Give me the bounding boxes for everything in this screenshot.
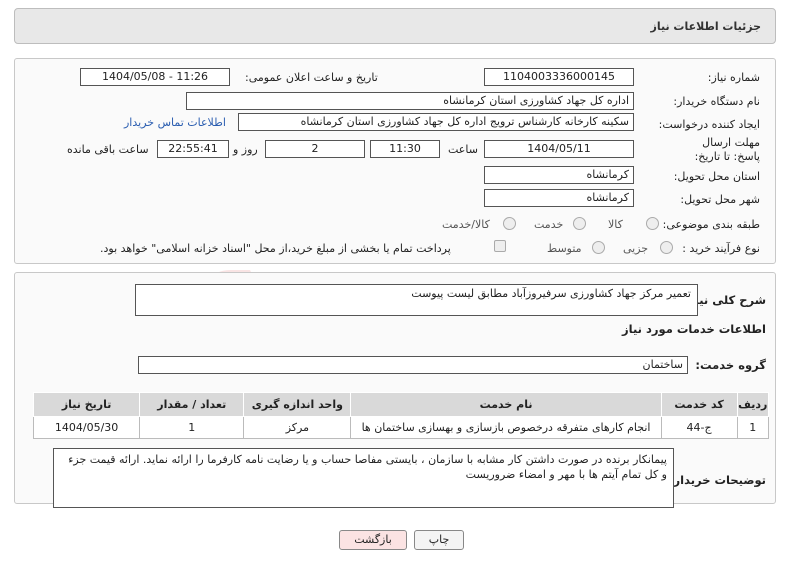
cell-service-name: انجام کارهای متفرقه درخصوص بازسازی و بهس… (350, 416, 662, 439)
deadline-date-field: 1404/05/11 (484, 140, 634, 158)
col-service-code: کد خدمت (660, 392, 738, 417)
buyer-org-field: اداره کل جهاد کشاورزی استان کرمانشاه (186, 92, 634, 110)
col-unit: واحد اندازه گیری (243, 392, 352, 417)
info-panel (14, 58, 776, 264)
cell-quantity: 1 (139, 416, 245, 439)
remaining-time-field: 22:55:41 (157, 140, 229, 158)
requester-field: سکینه کارخانه کارشناس ترویج اداره کل جها… (238, 113, 634, 131)
announce-label: تاریخ و ساعت اعلان عمومی: (245, 71, 378, 84)
days-field: 2 (265, 140, 365, 158)
category-option-goods-service: کالا/خدمت (442, 218, 490, 231)
payment-checkbox[interactable] (494, 240, 506, 252)
province-field: کرمانشاه (484, 166, 634, 184)
category-radio-service[interactable] (573, 217, 586, 230)
payment-note: پرداخت تمام یا بخشی از مبلغ خرید،از محل … (100, 242, 451, 255)
page-header: جزئیات اطلاعات نیاز (14, 8, 776, 44)
category-option-service: خدمت (534, 218, 564, 231)
contact-info-link[interactable]: اطلاعات تماس خریدار (124, 116, 226, 129)
table-row: 1 ج-44 انجام کارهای متفرقه درخصوص بازساز… (32, 416, 770, 439)
category-radio-goods-service[interactable] (503, 217, 516, 230)
buyer-org-label: نام دستگاه خریدار: (673, 95, 760, 108)
page-title: جزئیات اطلاعات نیاز (650, 20, 762, 33)
need-number-label: شماره نیاز: (707, 71, 760, 84)
process-option-medium: متوسط (547, 242, 582, 255)
buyer-notes-textarea: پیمانکار برنده در صورت داشتن کار مشابه ب… (53, 448, 674, 508)
process-label: نوع فرآیند خرید : (682, 242, 760, 255)
print-button[interactable]: چاپ (414, 530, 464, 550)
cell-need-date: 1404/05/30 (32, 416, 141, 439)
service-group-field: ساختمان (138, 356, 688, 374)
city-label: شهر محل تحویل: (680, 193, 760, 206)
cell-service-code: ج-44 (660, 416, 738, 439)
back-button[interactable]: بازگشت (339, 530, 407, 550)
process-radio-medium[interactable] (592, 241, 605, 254)
col-need-date: تاریخ نیاز (32, 392, 141, 417)
summary-textarea: تعمیر مرکز جهاد کشاورزی سرفیروزآباد مطاب… (135, 284, 698, 316)
category-radio-goods[interactable] (646, 217, 659, 230)
days-label: روز و (233, 143, 258, 156)
col-row: ردیف (736, 392, 770, 417)
col-service-name: نام خدمت (350, 392, 662, 417)
process-radio-minor[interactable] (660, 241, 673, 254)
category-label: طبقه بندی موضوعی: (662, 218, 760, 231)
category-option-goods: کالا (608, 218, 623, 231)
cell-unit: مرکز (243, 416, 352, 439)
city-field: کرمانشاه (484, 189, 634, 207)
province-label: استان محل تحویل: (673, 170, 760, 183)
announce-field: 1404/05/08 - 11:26 (80, 68, 230, 86)
requester-label: ایجاد کننده درخواست: (658, 118, 760, 131)
remaining-label: ساعت باقی مانده (67, 143, 149, 156)
need-number-field: 1104003336000145 (484, 68, 634, 86)
services-table: ردیف کد خدمت نام خدمت واحد اندازه گیری ت… (32, 392, 770, 439)
col-quantity: تعداد / مقدار (139, 392, 245, 417)
deadline-time-field: 11:30 (370, 140, 440, 158)
service-group-label: گروه خدمت: (695, 358, 766, 372)
process-option-minor: جزیی (623, 242, 649, 255)
deadline-label: مهلت ارسال پاسخ: تا تاریخ: (694, 136, 760, 163)
buyer-notes-label: توضیحات خریدار: (668, 473, 766, 487)
services-section-title: اطلاعات خدمات مورد نیاز (622, 322, 766, 336)
cell-row: 1 (736, 416, 770, 439)
time-label: ساعت (448, 143, 478, 156)
